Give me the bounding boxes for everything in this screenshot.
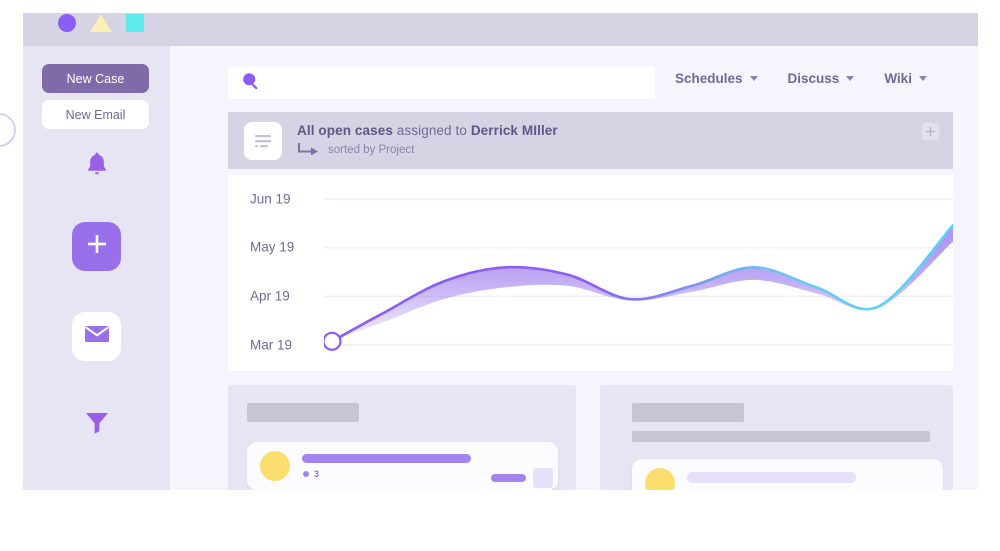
app-shell: New Case New Email Schedules Discuss Wik…: [23, 46, 978, 490]
search-icon: [241, 71, 261, 96]
banner-title-mid: assigned to: [392, 123, 471, 138]
item-action-square[interactable]: [533, 468, 553, 488]
placeholder-heading: [632, 403, 744, 422]
nav-label: Wiki: [884, 71, 912, 86]
new-case-button[interactable]: New Case: [42, 64, 149, 93]
search-bar[interactable]: [228, 67, 655, 99]
window-chrome-bar: [23, 13, 978, 46]
nav-label: Schedules: [675, 71, 743, 86]
nav-item-wiki[interactable]: Wiki: [884, 71, 927, 86]
y-tick-label: Apr 19: [250, 288, 290, 304]
list-card-left: 3: [228, 385, 576, 490]
banner-title-strong: All open cases: [297, 123, 393, 138]
y-tick-label: Mar 19: [250, 337, 293, 353]
chevron-down-icon: [918, 76, 927, 81]
mail-tile[interactable]: [72, 311, 121, 361]
square-shape-icon: [126, 14, 144, 32]
banner-text: All open cases assigned to Derrick MIlle…: [297, 123, 558, 158]
banner-subtitle-text: sorted by Project: [328, 144, 415, 156]
list-card-right: [600, 385, 953, 490]
top-navigation: Schedules Discuss Wiki: [675, 71, 927, 86]
triangle-shape-icon: [90, 14, 112, 32]
sidebar: New Case New Email: [23, 46, 170, 490]
list-document-icon: [244, 121, 282, 160]
banner-title-person: Derrick MIller: [470, 123, 558, 138]
item-title-bar: [687, 472, 856, 483]
y-tick-label: Jun 19: [250, 191, 291, 207]
chevron-down-icon: [846, 76, 855, 81]
count-dot-icon: [303, 471, 309, 477]
filter-icon: [82, 406, 112, 441]
decorative-ring: [0, 113, 16, 147]
item-title-bar: [302, 454, 471, 463]
banner-add-button[interactable]: [922, 123, 939, 140]
item-action-pill[interactable]: [491, 474, 526, 482]
banner-title: All open cases assigned to Derrick MIlle…: [297, 123, 558, 138]
arrow-turn-right-icon: [297, 142, 320, 158]
item-count: 3: [303, 469, 319, 479]
nav-item-schedules[interactable]: Schedules: [675, 71, 758, 86]
chart-plot-area: [322, 175, 955, 371]
list-item[interactable]: 3: [247, 442, 558, 490]
search-input[interactable]: [261, 67, 655, 99]
plus-icon: [926, 127, 935, 136]
nav-item-discuss[interactable]: Discuss: [788, 71, 855, 86]
main-content: Schedules Discuss Wiki All open cases as…: [170, 46, 978, 490]
chevron-down-icon: [749, 76, 758, 81]
query-banner: All open cases assigned to Derrick MIlle…: [228, 112, 953, 169]
decorative-shapes: [58, 14, 144, 32]
avatar: [260, 451, 290, 481]
chart-card: Jun 19 May 19 Apr 19 Mar 19: [228, 175, 955, 371]
y-tick-label: May 19: [250, 239, 295, 255]
bell-icon: [84, 150, 110, 183]
chart-y-axis: Jun 19 May 19 Apr 19 Mar 19: [250, 175, 328, 371]
create-tile[interactable]: [72, 221, 121, 271]
list-item[interactable]: [632, 459, 943, 490]
sidebar-item-notifications[interactable]: [23, 146, 170, 186]
placeholder-heading: [247, 403, 359, 422]
plus-icon: [85, 232, 109, 261]
count-label: 3: [314, 469, 320, 479]
avatar: [645, 468, 675, 490]
new-email-button[interactable]: New Email: [42, 100, 149, 129]
banner-subtitle: sorted by Project: [297, 142, 558, 158]
envelope-icon: [84, 324, 110, 349]
sidebar-item-filter[interactable]: [23, 401, 170, 445]
app-window: New Case New Email Schedules Discuss Wik…: [0, 0, 1000, 551]
circle-shape-icon: [58, 14, 76, 32]
sidebar-item-create[interactable]: [23, 220, 170, 272]
nav-label: Discuss: [787, 71, 840, 86]
placeholder-subheading: [632, 431, 930, 442]
trend-chart: [322, 198, 955, 351]
sidebar-item-mail[interactable]: [23, 310, 170, 362]
